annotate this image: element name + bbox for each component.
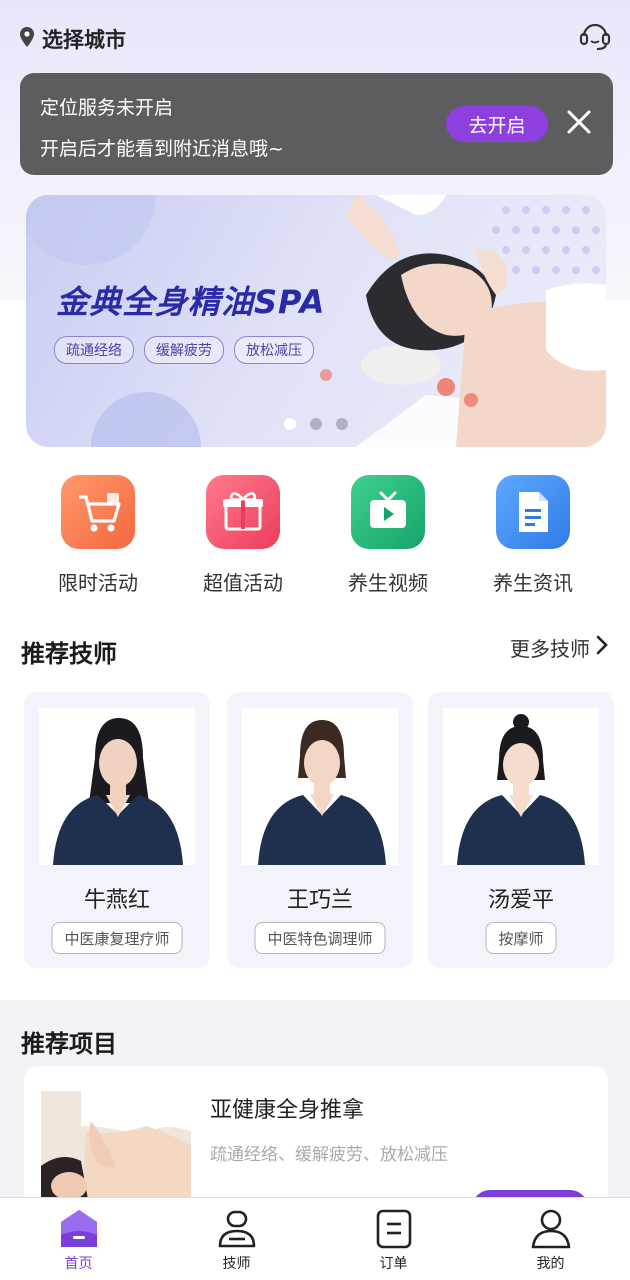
quick-action-label: 限时活动 bbox=[58, 571, 138, 595]
location-pin-icon bbox=[20, 26, 34, 52]
tab-label: 我的 bbox=[536, 1256, 565, 1272]
location-banner-subtitle: 开启后才能看到附近消息哦~ bbox=[40, 138, 284, 160]
chevron-right-icon bbox=[596, 635, 608, 660]
more-technicians-label: 更多技师 bbox=[510, 637, 590, 661]
tab-orders[interactable]: 订单 bbox=[315, 1198, 472, 1280]
quick-action-limited-activity[interactable]: 限时活动 bbox=[28, 475, 168, 596]
technician-role-badge: 按摩师 bbox=[485, 922, 557, 954]
carousel-dot[interactable] bbox=[310, 418, 322, 430]
technician-name: 牛燕红 bbox=[83, 888, 150, 913]
headset-icon[interactable] bbox=[578, 18, 612, 52]
tab-technicians[interactable]: 技师 bbox=[158, 1198, 315, 1280]
technician-role-badge: 中医康复理疗师 bbox=[51, 922, 183, 954]
technician-card[interactable]: 牛燕红 中医康复理疗师 bbox=[24, 692, 210, 968]
quick-action-health-video[interactable]: 养生视频 bbox=[318, 475, 458, 596]
header: 选择城市 bbox=[0, 18, 630, 62]
home-icon bbox=[57, 1207, 101, 1251]
technician-photo bbox=[242, 708, 398, 865]
user-icon bbox=[529, 1207, 573, 1251]
hero-tag: 缓解疲劳 bbox=[144, 336, 224, 364]
technician-card[interactable]: 王巧兰 中医特色调理师 bbox=[227, 692, 413, 968]
order-icon bbox=[372, 1207, 416, 1251]
technician-photo bbox=[39, 708, 195, 865]
hero-tag: 放松减压 bbox=[234, 336, 314, 364]
hero-title: 金典全身精油SPA bbox=[56, 283, 326, 321]
close-icon[interactable] bbox=[566, 109, 592, 135]
document-icon bbox=[496, 475, 570, 549]
quick-action-health-news[interactable]: 养生资讯 bbox=[463, 475, 603, 596]
tab-label: 首页 bbox=[64, 1256, 93, 1272]
quick-action-label: 养生视频 bbox=[348, 571, 428, 595]
hero-tags: 疏通经络 缓解疲劳 放松减压 bbox=[54, 336, 314, 364]
technician-photo bbox=[443, 708, 599, 865]
tv-play-icon bbox=[351, 475, 425, 549]
location-banner-title: 定位服务未开启 bbox=[40, 97, 174, 119]
tab-home[interactable]: 首页 bbox=[0, 1198, 157, 1280]
projects-section-title: 推荐项目 bbox=[21, 1030, 117, 1058]
more-technicians-link[interactable]: 更多技师 bbox=[510, 633, 608, 662]
project-name: 亚健康全身推拿 bbox=[210, 1098, 365, 1123]
technician-list[interactable]: 牛燕红 中医康复理疗师 王巧兰 中医特色调理师 汤爱平 按摩师 bbox=[0, 692, 630, 972]
project-description: 疏通经络、缓解疲劳、放松减压 bbox=[210, 1145, 448, 1165]
technician-card[interactable]: 汤爱平 按摩师 bbox=[428, 692, 614, 968]
city-selector[interactable]: 选择城市 bbox=[20, 24, 126, 54]
technician-name: 王巧兰 bbox=[286, 888, 353, 913]
quick-action-label: 养生资讯 bbox=[493, 571, 573, 595]
city-label: 选择城市 bbox=[42, 28, 126, 52]
technician-icon bbox=[215, 1207, 259, 1251]
location-service-banner: 定位服务未开启 开启后才能看到附近消息哦~ 去开启 bbox=[20, 73, 613, 175]
bottom-tab-bar: 首页 技师 订单 我的 bbox=[0, 1197, 630, 1280]
quick-actions: 限时活动 超值活动 养生视频 养生资讯 bbox=[0, 475, 630, 605]
project-card[interactable]: 亚健康全身推拿 疏通经络、缓解疲劳、放松减压 bbox=[24, 1066, 608, 1216]
technician-name: 汤爱平 bbox=[487, 888, 554, 913]
cart-icon bbox=[61, 475, 135, 549]
tab-profile[interactable]: 我的 bbox=[472, 1198, 629, 1280]
gift-icon bbox=[206, 475, 280, 549]
hero-tag: 疏通经络 bbox=[54, 336, 134, 364]
tab-label: 技师 bbox=[222, 1256, 251, 1272]
tab-label: 订单 bbox=[379, 1256, 408, 1272]
technicians-section-title: 推荐技师 bbox=[21, 640, 117, 668]
carousel-dot[interactable] bbox=[336, 418, 348, 430]
quick-action-label: 超值活动 bbox=[203, 571, 283, 595]
technician-role-badge: 中医特色调理师 bbox=[254, 922, 386, 954]
carousel-dot-active[interactable] bbox=[284, 418, 296, 430]
enable-location-button[interactable]: 去开启 bbox=[446, 106, 548, 142]
hero-banner-carousel[interactable]: 金典全身精油SPA 疏通经络 缓解疲劳 放松减压 bbox=[26, 195, 606, 447]
carousel-indicator bbox=[284, 418, 348, 430]
quick-action-value-activity[interactable]: 超值活动 bbox=[173, 475, 313, 596]
